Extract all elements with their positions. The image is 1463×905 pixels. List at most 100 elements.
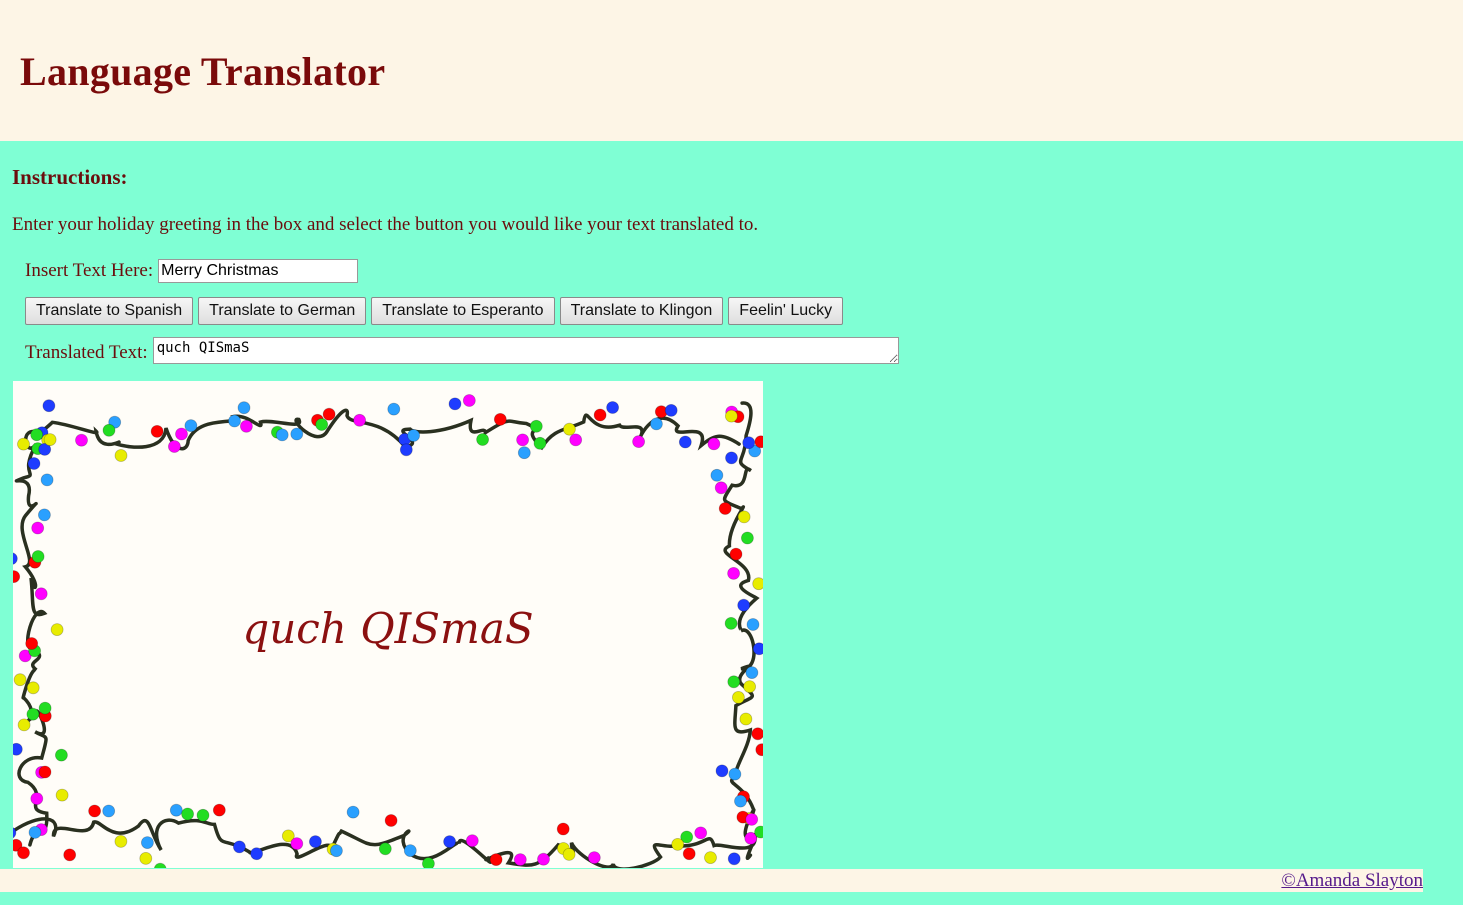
light-bulb [718,502,732,515]
light-bulb [754,825,763,839]
light-bulb [403,844,417,858]
translate-klingon-button[interactable]: Translate to Klingon [559,297,724,325]
light-bulb [754,435,763,449]
light-bulb [237,401,251,415]
light-bulb [715,764,729,778]
light-bulb [587,851,601,865]
translate-german-button[interactable]: Translate to German [198,297,367,325]
light-bulb [50,623,64,637]
light-bulb [140,836,154,850]
light-bulb [399,443,413,457]
light-bulb [31,550,45,563]
light-bulb [725,409,738,423]
light-bulb [13,552,18,565]
greeting-input[interactable] [158,259,359,283]
light-bulb [476,433,490,446]
light-bulb [169,803,183,817]
light-bulb [353,413,367,427]
light-bulb [714,481,728,495]
light-bulb [384,814,398,827]
light-bulb [196,808,210,822]
input-label: Insert Text Here: [25,260,154,281]
light-bulb [517,446,531,460]
light-bulb [13,673,27,687]
light-bulb [728,767,742,781]
light-bulb [232,840,246,854]
light-bulb [737,510,751,524]
translated-text-area[interactable] [152,337,899,364]
page-title: Language Translator [20,49,386,94]
light-bulb [27,457,41,470]
light-bulb [40,473,54,487]
author-credit-link[interactable]: ©Amanda Slayton [1281,870,1423,892]
light-bulb [407,429,421,442]
light-bulb [275,428,289,442]
instructions-heading: Instructions: [12,165,128,189]
output-label: Translated Text: [25,342,148,363]
light-bulb [167,440,181,453]
page-header: Language Translator [0,0,1463,141]
light-bulb [751,727,763,741]
translate-esperanto-button[interactable]: Translate to Esperanto [371,297,555,325]
light-bulb [671,837,685,851]
light-bulb [704,851,717,865]
light-bulb [422,857,435,868]
light-bulb [593,408,607,422]
light-bulb [387,402,401,416]
light-bulb [710,468,724,482]
light-bulb [727,566,740,580]
light-bulb [322,407,336,421]
light-bulb [569,433,583,447]
light-bulb [516,433,530,447]
light-bulb [741,531,754,545]
light-bulb [17,437,30,451]
light-bulb [513,853,527,867]
light-bulb [443,835,457,849]
light-bulb [752,642,763,656]
light-bulb [114,834,128,848]
holiday-card-image: quch QISmaS [13,394,763,868]
light-bulb [755,743,763,757]
light-bulb [729,547,743,561]
light-bulb [664,403,678,417]
light-bulb [114,449,128,462]
light-bulb [75,433,88,447]
light-bulb [745,666,759,680]
light-bulb [727,675,741,689]
light-bulb [727,852,741,866]
light-bulb [724,616,738,630]
card-greeting-text: quch QISmaS [242,604,533,653]
light-bulb [489,853,503,867]
light-bulb [102,423,116,437]
light-bulb [150,425,164,438]
light-bulb [315,418,329,431]
light-bulb [739,712,753,726]
light-bulb [153,862,167,868]
light-bulb [26,707,40,721]
holiday-card: quch QISmaS [13,381,763,868]
light-bulb [725,451,738,465]
light-bulb [181,807,195,821]
light-bulb [752,577,763,591]
translate-spanish-button[interactable]: Translate to Spanish [25,297,194,325]
light-bulb [745,812,759,826]
light-bulb [17,846,30,860]
light-bulb [533,436,547,450]
light-bulb [746,618,760,631]
light-bulb [737,598,751,612]
light-bulb [139,851,153,865]
feelin-lucky-button[interactable]: Feelin' Lucky [728,297,844,325]
light-bulb [28,825,42,839]
output-row: Translated Text: [25,337,899,364]
light-bulb [38,765,52,779]
light-bulb [228,414,241,428]
light-bulb [212,803,226,817]
light-bulb [606,401,619,414]
light-bulb [562,847,576,861]
light-bulb [43,433,57,446]
light-bulb [13,570,21,583]
light-bulb [678,435,692,449]
light-bulb [102,804,116,818]
light-bulb [175,427,188,441]
light-bulb [34,587,48,601]
